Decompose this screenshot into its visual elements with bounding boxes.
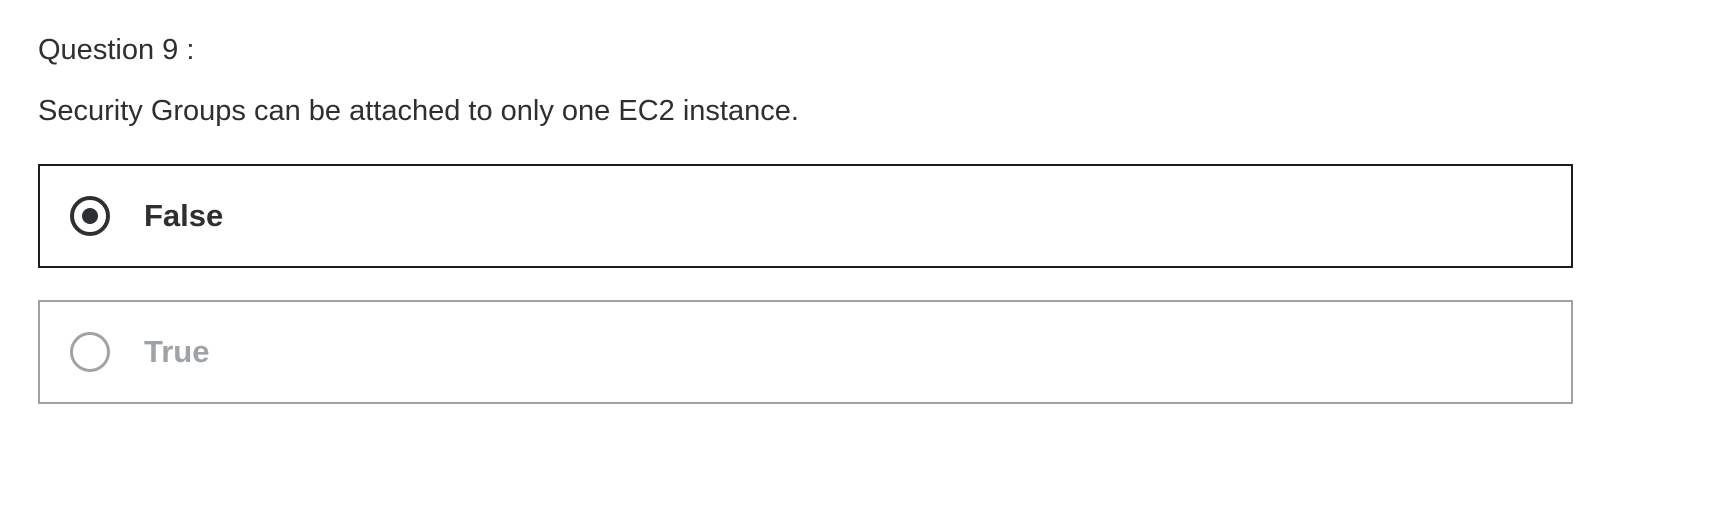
radio-unselected-icon[interactable] [70,332,110,372]
answer-option-false[interactable]: False [38,164,1573,268]
answer-option-label: True [144,334,210,369]
answer-option-label: False [144,198,224,233]
question-text: Security Groups can be attached to only … [38,95,799,127]
question-number: Question 9 : [38,34,195,66]
radio-selected-icon[interactable] [70,196,110,236]
answer-option-true[interactable]: True [38,300,1573,404]
